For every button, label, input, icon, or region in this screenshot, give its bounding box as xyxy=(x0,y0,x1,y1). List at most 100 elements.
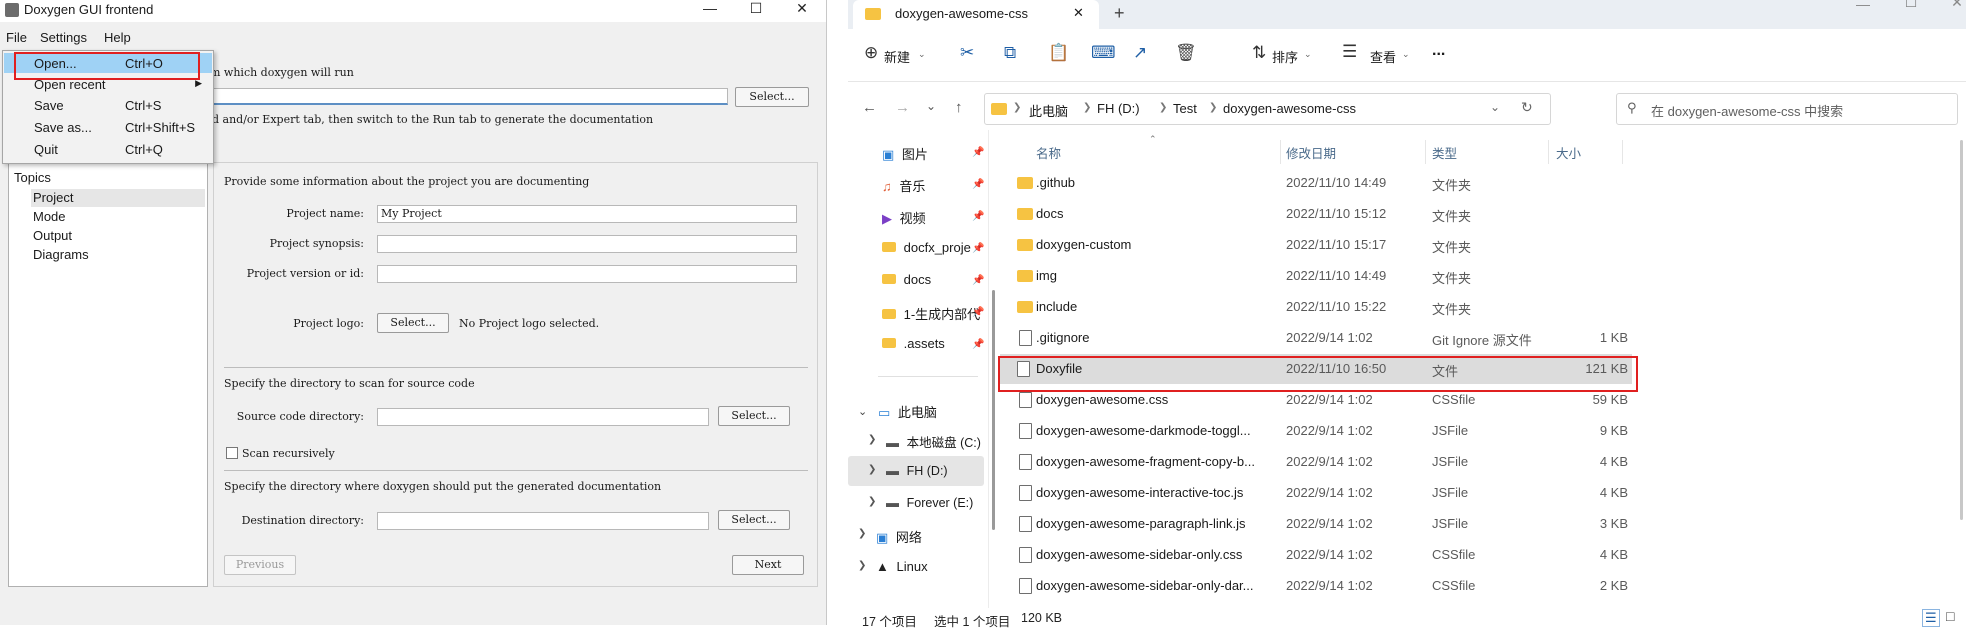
share-icon[interactable]: ↗ xyxy=(1133,43,1147,63)
column-date[interactable]: 修改日期 xyxy=(1286,143,1336,162)
source-dir-select-button[interactable]: Select... xyxy=(718,406,790,426)
breadcrumb-item[interactable]: doxygen-awesome-css xyxy=(1223,101,1356,116)
tab-close-icon[interactable]: ✕ xyxy=(1073,5,1084,21)
rename-icon[interactable]: ⌨ xyxy=(1091,43,1116,63)
column-size[interactable]: 大小 xyxy=(1556,143,1581,162)
breadcrumb-item[interactable]: 此电脑 xyxy=(1029,101,1068,120)
tree-item-drive-e[interactable]: ▬ Forever (E:) xyxy=(886,495,973,510)
project-logo-select-button[interactable]: Select... xyxy=(377,313,449,333)
scan-recursive-checkbox[interactable] xyxy=(226,447,238,459)
file-row[interactable]: doxygen-awesome-interactive-toc.js 2022/9… xyxy=(996,478,1628,508)
working-dir-input[interactable] xyxy=(200,88,728,105)
menu-help[interactable]: Help xyxy=(104,30,131,45)
view-icon[interactable]: ☰ xyxy=(1342,42,1357,62)
project-synopsis-input[interactable] xyxy=(377,235,797,253)
file-row[interactable]: doxygen-custom 2022/11/10 15:17 文件夹 xyxy=(996,230,1596,260)
file-row[interactable]: doxygen-awesome-sidebar-only.css 2022/9/1… xyxy=(996,540,1628,570)
sidebar-item-generate[interactable]: 1-生成内部代 xyxy=(882,304,980,323)
file-row[interactable]: doxygen-awesome-darkmode-toggl... 2022/9/… xyxy=(996,416,1628,446)
menu-item-save[interactable]: Save Ctrl+S xyxy=(4,95,212,115)
file-row[interactable]: docs 2022/11/10 15:12 文件夹 xyxy=(996,199,1596,229)
minimize-icon[interactable]: — xyxy=(1848,0,1878,12)
menu-file[interactable]: File xyxy=(6,30,27,45)
tab-doxygen-awesome-css[interactable]: doxygen-awesome-css ✕ xyxy=(853,0,1099,29)
previous-button[interactable]: Previous xyxy=(224,555,296,575)
search-box[interactable]: ⚲ 在 doxygen-awesome-css 中搜索 xyxy=(1616,93,1958,125)
expand-chevron-icon[interactable]: ❯ xyxy=(868,434,876,445)
menu-item-save-as[interactable]: Save as... Ctrl+Shift+S xyxy=(4,117,212,137)
music-icon: ♫ xyxy=(882,179,892,194)
menu-item-quit[interactable]: Quit Ctrl+Q xyxy=(4,139,212,159)
working-dir-select-button[interactable]: Select... xyxy=(735,87,809,107)
sidebar-item-docfx[interactable]: docfx_proje xyxy=(882,240,971,255)
new-icon[interactable]: ⊕ xyxy=(864,43,878,63)
file-row[interactable]: .github 2022/11/10 14:49 文件夹 xyxy=(996,168,1596,198)
menu-settings[interactable]: Settings xyxy=(40,30,87,45)
tree-item-drive-d[interactable]: ▬ FH (D:) xyxy=(886,463,948,478)
cut-icon[interactable]: ✂ xyxy=(960,43,974,63)
tree-item-this-pc[interactable]: ▭ 此电脑 xyxy=(878,402,937,421)
file-row[interactable]: doxygen-awesome-fragment-copy-b... 2022/9… xyxy=(996,447,1628,477)
dest-dir-input[interactable] xyxy=(377,512,709,530)
tiles-view-icon[interactable]: □ xyxy=(1946,608,1954,624)
dest-dir-select-button[interactable]: Select... xyxy=(718,510,790,530)
sidebar-item-videos[interactable]: ▶ 视频 xyxy=(882,208,926,227)
new-tab-icon[interactable]: + xyxy=(1114,3,1125,24)
breadcrumb-item[interactable]: FH (D:) xyxy=(1097,101,1140,116)
next-button[interactable]: Next xyxy=(732,555,804,575)
recent-chevron-icon[interactable]: ⌄ xyxy=(926,99,936,113)
topic-item-output[interactable]: Output xyxy=(33,228,72,243)
doxygen-titlebar: Doxygen GUI frontend — ☐ ✕ xyxy=(0,0,826,22)
up-icon[interactable]: ↑ xyxy=(955,99,963,116)
sort-button[interactable]: 排序 xyxy=(1272,47,1298,66)
file-list-scrollbar[interactable] xyxy=(1960,140,1963,520)
address-dropdown-icon[interactable]: ⌄ xyxy=(1490,100,1500,114)
expand-chevron-icon[interactable]: ❯ xyxy=(858,560,866,571)
sort-icon[interactable]: ⇅ xyxy=(1252,43,1266,63)
column-type[interactable]: 类型 xyxy=(1432,143,1457,162)
topic-item-project[interactable]: Project xyxy=(33,190,73,205)
topic-item-diagrams[interactable]: Diagrams xyxy=(33,247,89,262)
file-row[interactable]: .gitignore 2022/9/14 1:02 Git Ignore 源文件 1 … xyxy=(996,323,1628,353)
breadcrumb-item[interactable]: Test xyxy=(1173,101,1197,116)
project-name-input[interactable]: My Project xyxy=(377,205,797,223)
close-icon[interactable]: ✕ xyxy=(787,0,817,17)
tree-item-linux[interactable]: ▲ Linux xyxy=(876,559,928,574)
file-row[interactable]: doxygen-awesome-sidebar-only-dar... 2022/… xyxy=(996,571,1628,601)
paste-icon[interactable]: 📋 xyxy=(1048,43,1069,63)
view-button[interactable]: 查看 xyxy=(1370,47,1396,66)
address-bar[interactable]: ❯ 此电脑 ❯ FH (D:) ❯ Test ❯ doxygen-awesome… xyxy=(984,93,1551,125)
expand-chevron-icon[interactable]: ❯ xyxy=(868,464,876,475)
back-icon[interactable]: ← xyxy=(862,99,877,116)
tab-strip: doxygen-awesome-css ✕ + — ☐ ✕ xyxy=(848,0,1966,29)
sidebar-label: 图片 xyxy=(901,147,928,162)
sidebar-item-docs[interactable]: docs xyxy=(882,272,931,287)
file-row[interactable]: doxygen-awesome-paragraph-link.js 2022/9/… xyxy=(996,509,1628,539)
topic-item-mode[interactable]: Mode xyxy=(33,209,66,224)
more-button[interactable]: ... xyxy=(1432,42,1445,60)
sidebar-item-pictures[interactable]: ▣ 图片 xyxy=(882,144,928,163)
nav-scrollbar[interactable] xyxy=(992,290,995,530)
copy-icon[interactable]: ⧉ xyxy=(1004,43,1016,63)
minimize-icon[interactable]: — xyxy=(695,0,725,16)
sidebar-item-assets[interactable]: .assets xyxy=(882,336,945,351)
file-row[interactable]: img 2022/11/10 14:49 文件夹 xyxy=(996,261,1596,291)
column-name[interactable]: 名称 xyxy=(1036,143,1061,162)
expand-chevron-icon[interactable]: ❯ xyxy=(868,496,876,507)
new-button[interactable]: 新建 xyxy=(884,47,910,66)
details-view-icon[interactable]: ☰ xyxy=(1922,609,1940,627)
file-row[interactable]: include 2022/11/10 15:22 文件夹 xyxy=(996,292,1596,322)
expand-chevron-icon[interactable]: ❯ xyxy=(858,528,866,539)
project-version-input[interactable] xyxy=(377,265,797,283)
forward-icon[interactable]: → xyxy=(895,99,910,116)
maximize-icon[interactable]: ☐ xyxy=(1896,0,1926,11)
sidebar-item-music[interactable]: ♫ 音乐 xyxy=(882,176,925,195)
maximize-icon[interactable]: ☐ xyxy=(741,0,771,17)
tree-item-network[interactable]: ▣ 网络 xyxy=(876,527,922,546)
expand-chevron-icon[interactable]: ⌄ xyxy=(858,405,867,418)
close-icon[interactable]: ✕ xyxy=(1942,0,1966,11)
refresh-icon[interactable]: ↻ xyxy=(1521,99,1533,116)
delete-icon[interactable]: 🗑 xyxy=(1175,43,1197,63)
source-dir-input[interactable] xyxy=(377,408,709,426)
tree-item-drive-c[interactable]: ▬ 本地磁盘 (C:) xyxy=(886,432,981,451)
